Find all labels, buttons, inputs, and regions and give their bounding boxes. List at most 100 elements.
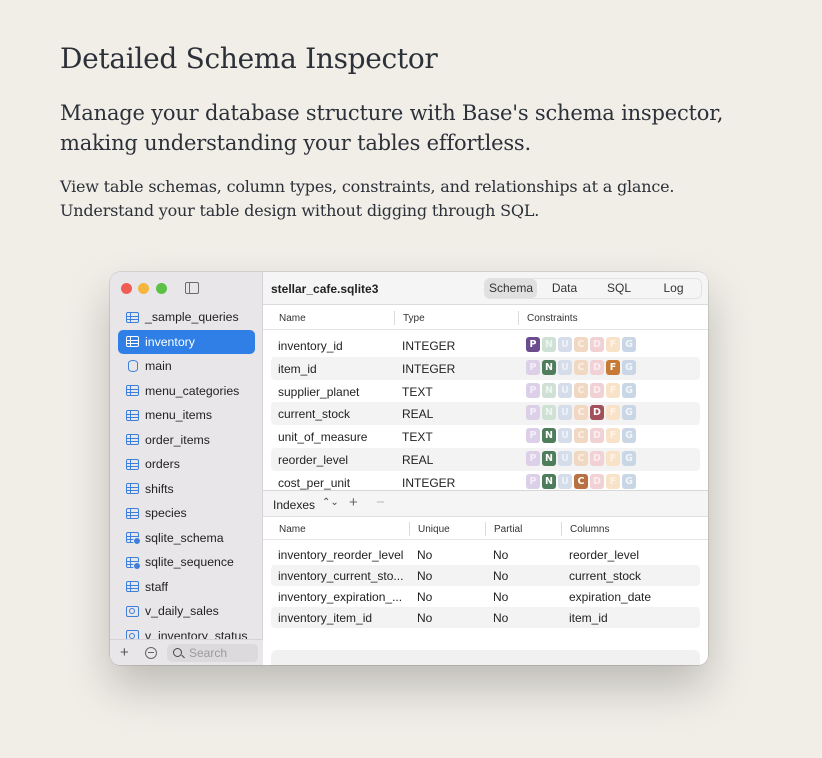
table-row[interactable]: supplier_planet TEXT P N U C D F G [271, 380, 700, 403]
index-unique: No [417, 611, 433, 625]
sidebar-item-menu-items[interactable]: menu_items [118, 403, 255, 428]
constraint-badge-n: N [542, 428, 556, 444]
page-title: Detailed Schema Inspector [60, 42, 438, 75]
app-window: _sample_queries inventory main menu_categor… [110, 272, 708, 665]
table-icon [126, 385, 139, 397]
sidebar-item-staff[interactable]: staff [118, 575, 255, 600]
sidebar-item-label: main [145, 359, 172, 374]
constraint-badge-c: C [574, 450, 588, 466]
sidebar-search-field[interactable]: Search [167, 644, 258, 662]
detail-area [271, 650, 700, 665]
column-type: TEXT [402, 384, 433, 399]
index-header-unique[interactable]: Unique [418, 524, 450, 535]
remove-index-button[interactable]: − [376, 494, 385, 511]
sidebar-item-v-inventory-status[interactable]: v_inventory_status [118, 624, 255, 639]
sidebar-item-label: v_daily_sales [145, 604, 219, 619]
sidebar-item-v-daily-sales[interactable]: v_daily_sales [118, 599, 255, 624]
tab-data[interactable]: Data [537, 279, 592, 298]
table-icon [126, 458, 139, 470]
constraint-badge-d: D [590, 382, 604, 398]
chevron-updown-icon[interactable]: ⌃⌄ [322, 497, 339, 508]
constraint-badge-g: G [622, 359, 636, 375]
sidebar-item-menu-categories[interactable]: menu_categories [118, 379, 255, 404]
sidebar-item-label: inventory [145, 334, 195, 349]
constraint-badge-n: N [542, 450, 556, 466]
sidebar-item-label: species [145, 506, 187, 521]
index-row[interactable]: inventory_current_sto... No No current_stoc… [271, 565, 700, 586]
table-list: _sample_queries inventory main menu_categor… [118, 305, 255, 639]
sidebar-item-orders[interactable]: orders [118, 452, 255, 477]
constraint-badges: PNUCDFG [526, 359, 636, 375]
constraint-badge-d: D [590, 473, 604, 489]
tab-schema[interactable]: Schema [485, 279, 537, 298]
index-name: inventory_expiration_... [278, 590, 403, 604]
column-header-name[interactable]: Name [279, 313, 306, 324]
column-header-type[interactable]: Type [403, 313, 425, 324]
column-name: reorder_level [278, 452, 349, 467]
column-header-constraints[interactable]: Constraints [527, 313, 578, 324]
index-header-columns[interactable]: Columns [570, 524, 609, 535]
constraint-badge-c: C [574, 405, 588, 421]
minimize-window-button[interactable] [138, 283, 149, 294]
constraint-badge-n: N [542, 337, 556, 352]
page-body: View table schemas, column types, constr… [60, 177, 675, 220]
table-icon [126, 581, 139, 593]
sidebar-item-order-items[interactable]: order_items [118, 428, 255, 453]
filter-icon[interactable] [145, 647, 157, 659]
column-name: item_id [278, 361, 317, 376]
sidebar-item-sqlite-schema[interactable]: sqlite_schema [118, 526, 255, 551]
index-columns: expiration_date [569, 590, 652, 604]
constraint-badge-c: C [574, 337, 588, 352]
sidebar-item-sqlite-sequence[interactable]: sqlite_sequence [118, 550, 255, 575]
constraint-badges: PNUCDFG [526, 428, 636, 444]
constraint-badge-c: C [574, 428, 588, 444]
index-row[interactable]: inventory_reorder_level No No reorder_level [271, 544, 700, 565]
close-window-button[interactable] [121, 283, 132, 294]
index-header-name[interactable]: Name [279, 524, 306, 535]
table-icon [126, 409, 139, 421]
table-row[interactable]: unit_of_measure TEXT P N U C D F G [271, 425, 700, 448]
constraint-badge-f: F [606, 405, 620, 421]
indexes-label: Indexes [273, 498, 316, 512]
index-header-partial[interactable]: Partial [494, 524, 522, 535]
sidebar-item-shifts[interactable]: shifts [118, 477, 255, 502]
column-name: supplier_planet [278, 384, 360, 399]
constraint-badge-f: F [606, 382, 620, 398]
indexes-toolbar: Indexes ⌃⌄ + − [263, 490, 708, 517]
table-row[interactable]: current_stock REAL P N U C D F G [271, 402, 700, 426]
index-name: inventory_item_id [278, 611, 373, 625]
columns-table-header: Name Type Constraints [263, 306, 708, 330]
constraint-badge-p: P [526, 337, 540, 352]
column-type: REAL [402, 452, 434, 467]
index-row[interactable]: inventory_item_id No No item_id [271, 607, 700, 628]
index-unique: No [417, 569, 433, 583]
constraint-badge-f: F [606, 473, 620, 489]
constraint-badge-d: D [590, 405, 604, 421]
tab-log[interactable]: Log [646, 279, 701, 298]
add-index-button[interactable]: + [349, 494, 358, 511]
table-row[interactable]: cost_per_unit INTEGER P N U C D F G [271, 471, 700, 490]
table-row[interactable]: item_id INTEGER P N U C D F G [271, 356, 700, 380]
add-table-button[interactable]: + [120, 644, 129, 661]
view-tabs: Schema Data SQL Log [484, 278, 702, 299]
sidebar-item-main[interactable]: main [118, 354, 255, 379]
tab-sql[interactable]: SQL [592, 279, 646, 298]
sidebar-item-species[interactable]: species [118, 501, 255, 526]
sidebar-item-sample-queries[interactable]: _sample_queries [118, 305, 255, 330]
constraint-badges: PNUCDFG [526, 473, 636, 489]
constraint-badge-p: P [526, 450, 540, 466]
sidebar-footer: + Search [110, 639, 263, 665]
sidebar-item-inventory[interactable]: inventory [118, 329, 255, 354]
toolbar: stellar_cafe.sqlite3 Schema Data SQL Log [263, 272, 708, 305]
table-row[interactable]: inventory_id INTEGER P N U C D F G [271, 334, 700, 357]
column-type: INTEGER [402, 475, 456, 490]
constraint-badge-g: G [622, 428, 636, 444]
sidebar-item-label: v_inventory_status [145, 628, 248, 639]
zoom-window-button[interactable] [156, 283, 167, 294]
index-row[interactable]: inventory_expiration_... No No expiration_d… [271, 586, 700, 607]
constraint-badge-d: D [590, 359, 604, 375]
constraint-badge-n: N [542, 405, 556, 421]
sidebar-toggle-icon[interactable] [185, 282, 199, 294]
page-lead: Manage your database structure with Base… [60, 101, 724, 155]
table-row[interactable]: reorder_level REAL P N U C D F G [271, 447, 700, 471]
